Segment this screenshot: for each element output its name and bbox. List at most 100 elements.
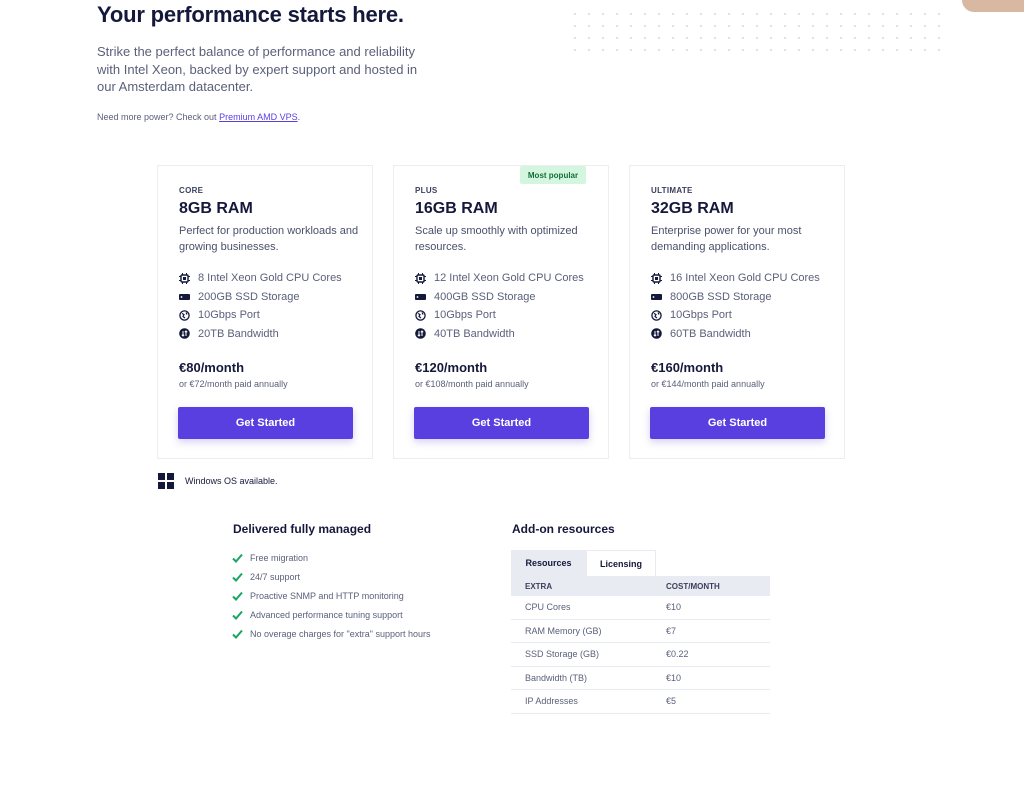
managed-list: Free migration 24/7 support Proactive SN… — [232, 548, 430, 643]
cell-extra: Bandwidth (TB) — [525, 672, 588, 683]
globe-icon — [415, 310, 426, 321]
plan-description: Scale up smoothly with optimized resourc… — [415, 225, 578, 253]
plan-specs: 16 Intel Xeon Gold CPU Cores 800GB SSD S… — [651, 269, 820, 343]
managed-item-text: Proactive SNMP and HTTP monitoring — [250, 590, 404, 601]
list-item: 24/7 support — [232, 567, 430, 586]
plan-card-plus: Most popular PLUS 16GB RAM Scale up smoo… — [393, 165, 609, 459]
table-row: SSD Storage (GB) €0.22 — [511, 643, 770, 667]
cpu-icon — [651, 272, 662, 284]
globe-icon — [179, 310, 190, 321]
more-power-text: Need more power? Check out — [97, 112, 220, 122]
plan-price: €120/month — [415, 360, 488, 375]
cell-extra: RAM Memory (GB) — [525, 625, 602, 636]
more-power-note: Need more power? Check out Premium AMD V… — [97, 112, 300, 122]
spec-text: 60TB Bandwidth — [670, 327, 751, 340]
cell-cost: €5 — [666, 696, 677, 707]
managed-item-text: Advanced performance tuning support — [250, 609, 403, 620]
plan-specs: 12 Intel Xeon Gold CPU Cores 400GB SSD S… — [415, 269, 584, 343]
spec-item: 8 Intel Xeon Gold CPU Cores — [179, 269, 342, 288]
ssd-icon — [179, 291, 190, 302]
ssd-icon — [415, 291, 426, 302]
plan-description: Enterprise power for your most demanding… — [651, 225, 802, 253]
cell-cost: €0.22 — [666, 649, 689, 660]
spec-text: 400GB SSD Storage — [434, 290, 536, 303]
spec-text: 10Gbps Port — [198, 309, 260, 322]
plan-tier: ULTIMATE — [651, 186, 693, 195]
bandwidth-icon — [415, 328, 426, 340]
cell-extra: CPU Cores — [525, 602, 571, 613]
spec-text: 10Gbps Port — [434, 309, 496, 322]
column-header-extra: EXTRA — [525, 581, 553, 591]
spec-text: 20TB Bandwidth — [198, 327, 279, 340]
managed-item-text: Free migration — [250, 552, 309, 563]
plan-tier: CORE — [179, 186, 204, 195]
list-item: Proactive SNMP and HTTP monitoring — [232, 586, 430, 605]
spec-text: 12 Intel Xeon Gold CPU Cores — [434, 272, 584, 285]
spec-item: 10Gbps Port — [651, 306, 820, 325]
bandwidth-icon — [651, 328, 662, 340]
list-item: No overage charges for "extra" support h… — [232, 624, 430, 643]
check-icon — [232, 572, 243, 582]
addon-tabs: Resources Licensing — [511, 550, 656, 576]
plan-annual-price: or €72/month paid annually — [179, 379, 288, 389]
plan-description: Perfect for production workloads and gro… — [179, 225, 359, 253]
cell-cost: €10 — [666, 672, 682, 683]
plan-ram: 16GB RAM — [415, 200, 498, 217]
check-icon — [232, 629, 243, 639]
get-started-button[interactable]: Get Started — [178, 407, 353, 439]
plan-tier: PLUS — [415, 186, 438, 195]
cell-cost: €10 — [666, 602, 682, 613]
table-row: Bandwidth (TB) €10 — [511, 667, 770, 690]
check-icon — [232, 591, 243, 601]
check-icon — [232, 610, 243, 620]
spec-item: 400GB SSD Storage — [415, 288, 584, 307]
spec-item: 40TB Bandwidth — [415, 325, 584, 344]
most-popular-badge: Most popular — [520, 166, 586, 184]
get-started-button[interactable]: Get Started — [650, 407, 825, 439]
table-row: RAM Memory (GB) €7 — [511, 620, 770, 643]
managed-heading: Delivered fully managed — [233, 522, 372, 536]
spec-text: 16 Intel Xeon Gold CPU Cores — [670, 272, 820, 285]
list-item: Free migration — [232, 548, 430, 567]
spec-item: 16 Intel Xeon Gold CPU Cores — [651, 269, 820, 288]
spec-text: 8 Intel Xeon Gold CPU Cores — [198, 272, 342, 285]
cpu-icon — [415, 272, 426, 284]
column-header-cost: COST/MONTH — [666, 581, 720, 591]
check-icon — [232, 553, 243, 563]
globe-icon — [651, 310, 662, 321]
ssd-icon — [651, 291, 662, 302]
tab-licensing[interactable]: Licensing — [586, 550, 656, 576]
spec-item: 10Gbps Port — [179, 306, 342, 325]
addon-heading: Add-on resources — [512, 522, 615, 536]
hero-photo — [962, 0, 1024, 12]
managed-item-text: 24/7 support — [250, 571, 301, 582]
spec-text: 800GB SSD Storage — [670, 290, 772, 303]
plan-ram: 32GB RAM — [651, 200, 734, 217]
tab-resources[interactable]: Resources — [511, 550, 586, 576]
spec-text: 200GB SSD Storage — [198, 290, 300, 303]
plan-annual-price: or €144/month paid annually — [651, 379, 765, 389]
plan-card-ultimate: ULTIMATE 32GB RAM Enterprise power for y… — [629, 165, 845, 459]
managed-item-text: No overage charges for "extra" support h… — [250, 628, 431, 639]
spec-item: 800GB SSD Storage — [651, 288, 820, 307]
plan-price: €80/month — [179, 360, 245, 375]
spec-item: 200GB SSD Storage — [179, 288, 342, 307]
list-item: Advanced performance tuning support — [232, 605, 430, 624]
premium-amd-vps-link[interactable]: Premium AMD VPS — [219, 112, 298, 122]
get-started-button[interactable]: Get Started — [414, 407, 589, 439]
cpu-icon — [179, 272, 190, 284]
spec-item: 10Gbps Port — [415, 306, 584, 325]
page-title: Your performance starts here. — [97, 2, 404, 27]
windows-note-text: Windows OS available. — [185, 476, 278, 486]
hero-subtitle: Strike the perfect balance of performanc… — [97, 44, 418, 94]
spec-item: 12 Intel Xeon Gold CPU Cores — [415, 269, 584, 288]
spec-text: 10Gbps Port — [670, 309, 732, 322]
plan-price: €160/month — [651, 360, 724, 375]
plan-ram: 8GB RAM — [179, 200, 253, 217]
plan-annual-price: or €108/month paid annually — [415, 379, 529, 389]
spec-item: 20TB Bandwidth — [179, 325, 342, 344]
table-row: IP Addresses €5 — [511, 690, 770, 714]
bandwidth-icon — [179, 328, 190, 340]
cell-cost: €7 — [666, 625, 677, 636]
windows-icon — [158, 473, 174, 489]
